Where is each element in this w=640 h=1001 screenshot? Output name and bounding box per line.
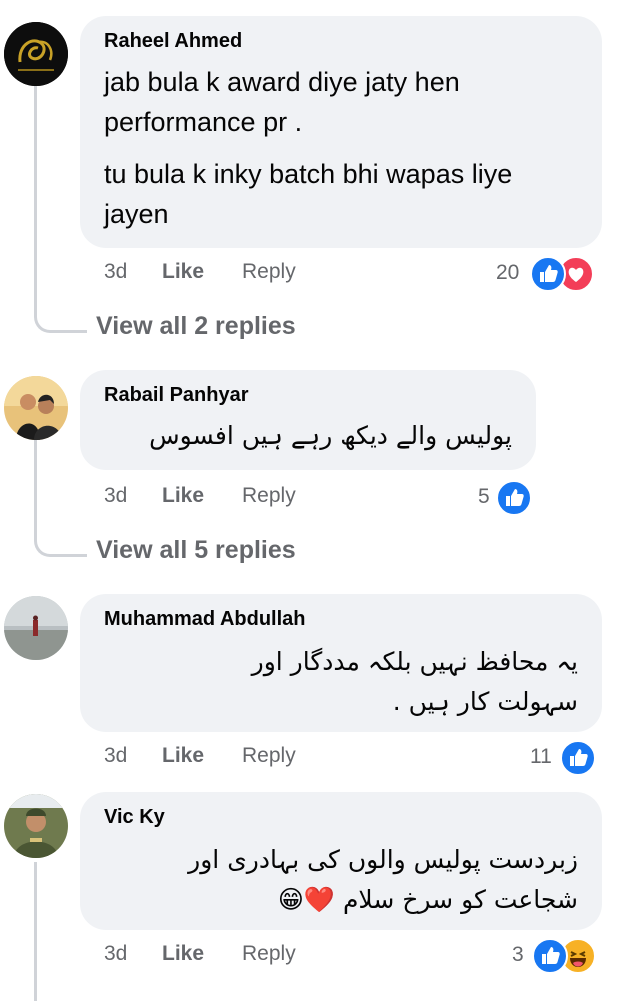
comment-time[interactable]: 3d bbox=[104, 484, 127, 508]
reaction-count: 11 bbox=[530, 745, 552, 768]
like-button[interactable]: Like bbox=[162, 942, 204, 966]
comment-bubble: Raheel Ahmed jab bula k award diye jaty … bbox=[80, 16, 602, 248]
thread-curve bbox=[34, 534, 87, 557]
comment-text: jab bula k award diye jaty hen performan… bbox=[104, 62, 574, 234]
comment-paragraph: پولیس والے دیکھ رہے ہیں افسوس bbox=[149, 421, 512, 450]
avatar[interactable] bbox=[4, 596, 68, 660]
reaction-summary[interactable]: 11 bbox=[528, 740, 598, 776]
reaction-count: 3 bbox=[512, 943, 524, 966]
reaction-summary[interactable]: 20 bbox=[494, 256, 598, 292]
like-button[interactable]: Like bbox=[162, 260, 204, 284]
comment-text: یہ محافظ نہیں بلکہ مددگار اور سہولت کار … bbox=[188, 642, 578, 722]
comment-bubble: Vic Ky زبردست پولیس والوں کی بہادری اور … bbox=[80, 792, 602, 930]
reply-button[interactable]: Reply bbox=[242, 484, 296, 508]
avatar[interactable] bbox=[4, 22, 68, 86]
thread-line bbox=[34, 440, 37, 540]
like-icon bbox=[496, 480, 532, 516]
view-replies-link[interactable]: View all 2 replies bbox=[96, 312, 296, 341]
reply-button[interactable]: Reply bbox=[242, 942, 296, 966]
comment-time[interactable]: 3d bbox=[104, 942, 127, 966]
like-icon bbox=[532, 938, 568, 974]
comment-paragraph: tu bula k inky batch bhi wapas liye jaye… bbox=[104, 159, 513, 229]
comment-time[interactable]: 3d bbox=[104, 260, 127, 284]
avatar[interactable] bbox=[4, 376, 68, 440]
comment-paragraph: یہ محافظ نہیں بلکہ مددگار اور سہولت کار … bbox=[251, 647, 578, 716]
comment-bubble: Muhammad Abdullah یہ محافظ نہیں بلکہ مدد… bbox=[80, 594, 602, 732]
thread-curve bbox=[34, 310, 87, 333]
like-icon bbox=[530, 256, 566, 292]
reply-button[interactable]: Reply bbox=[242, 260, 296, 284]
reaction-count: 20 bbox=[496, 261, 520, 284]
thread-line bbox=[34, 84, 37, 314]
comment-time[interactable]: 3d bbox=[104, 744, 127, 768]
reply-button[interactable]: Reply bbox=[242, 744, 296, 768]
comment-paragraph: jab bula k award diye jaty hen performan… bbox=[104, 67, 460, 137]
like-button[interactable]: Like bbox=[162, 744, 204, 768]
reaction-summary[interactable]: 5 bbox=[476, 480, 536, 516]
reaction-count: 5 bbox=[478, 485, 490, 508]
comment-text: زبردست پولیس والوں کی بہادری اور شجاعت ک… bbox=[108, 840, 578, 920]
comment-bubble: Rabail Panhyar پولیس والے دیکھ رہے ہیں ا… bbox=[80, 370, 536, 470]
like-button[interactable]: Like bbox=[162, 484, 204, 508]
comment-author[interactable]: Vic Ky bbox=[104, 806, 165, 829]
comment-text: پولیس والے دیکھ رہے ہیں افسوس bbox=[92, 416, 512, 456]
comment-author[interactable]: Rabail Panhyar bbox=[104, 384, 249, 407]
reaction-summary[interactable]: 3 bbox=[510, 938, 600, 974]
view-replies-link[interactable]: View all 5 replies bbox=[96, 536, 296, 565]
comment-paragraph: زبردست پولیس والوں کی بہادری اور شجاعت ک… bbox=[188, 845, 578, 914]
thread-line bbox=[34, 862, 37, 1001]
comment-author[interactable]: Raheel Ahmed bbox=[104, 30, 242, 53]
avatar[interactable] bbox=[4, 794, 68, 858]
comment-author[interactable]: Muhammad Abdullah bbox=[104, 608, 305, 631]
like-icon bbox=[560, 740, 596, 776]
